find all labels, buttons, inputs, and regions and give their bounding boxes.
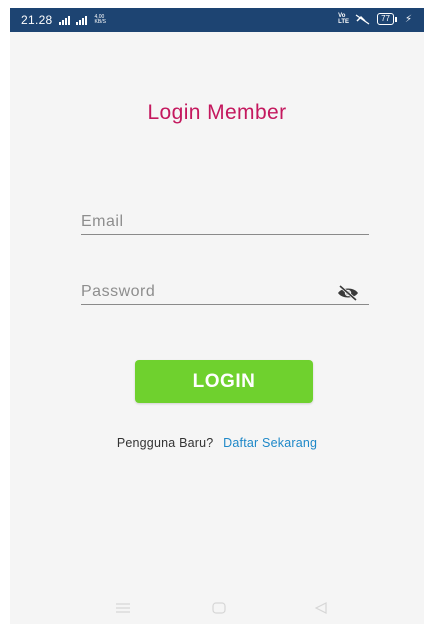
signal-icon-2 xyxy=(75,15,87,25)
status-right: Vo LTE 77 ⚡ xyxy=(338,13,412,25)
login-button[interactable]: LOGIN xyxy=(135,360,313,403)
signal-icon xyxy=(58,15,70,25)
signup-row: Pengguna Baru? Daftar Sekarang xyxy=(10,436,424,450)
mute-icon xyxy=(355,14,370,24)
page-title: Login Member xyxy=(147,101,287,124)
navigation-bar xyxy=(10,594,424,624)
battery-icon: 77 xyxy=(377,13,397,25)
signup-question: Pengguna Baru? xyxy=(116,436,214,450)
battery-level: 77 xyxy=(377,13,394,25)
signup-link[interactable]: Daftar Sekarang xyxy=(223,436,317,450)
password-field[interactable]: Password xyxy=(81,282,369,305)
volte-indicator: Vo LTE xyxy=(338,13,349,25)
network-speed: 4,00 KB/S xyxy=(95,15,106,25)
battery-cap xyxy=(394,16,397,22)
network-speed-unit: KB/S xyxy=(94,19,106,25)
back-icon[interactable] xyxy=(315,602,327,614)
password-placeholder: Password xyxy=(81,283,156,300)
menu-icon[interactable] xyxy=(116,602,130,614)
status-time: 21.28 xyxy=(21,13,53,27)
volte-bottom: LTE xyxy=(338,19,350,25)
eye-off-icon[interactable] xyxy=(337,285,359,301)
home-icon[interactable] xyxy=(212,602,226,614)
email-field[interactable]: Email xyxy=(81,212,369,235)
charging-icon: ⚡ xyxy=(404,13,412,25)
phone-screen: 21.28 4,00 KB/S Vo LTE 77 ⚡ Login Member… xyxy=(10,8,424,624)
status-left: 21.28 4,00 KB/S xyxy=(21,13,106,27)
status-bar: 21.28 4,00 KB/S Vo LTE 77 ⚡ xyxy=(10,8,424,32)
email-placeholder: Email xyxy=(81,213,124,230)
